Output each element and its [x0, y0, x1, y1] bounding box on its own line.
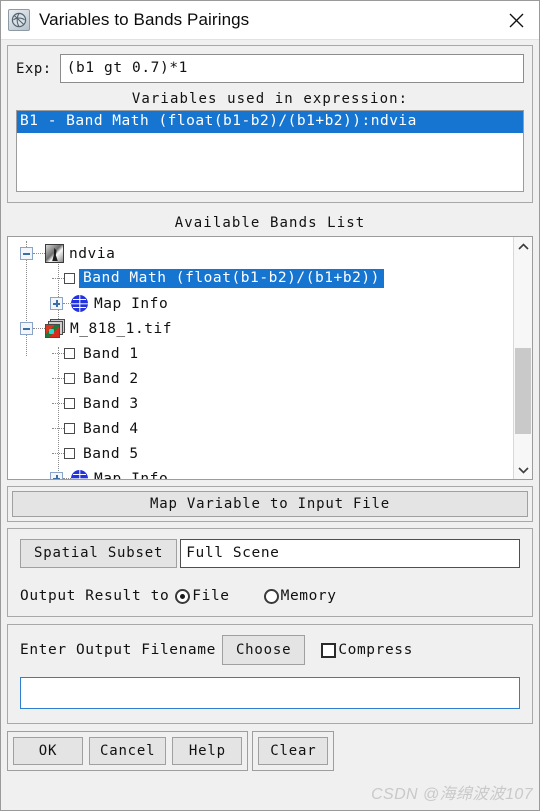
tree-connector [52, 353, 64, 354]
globe-icon [71, 470, 88, 479]
tree-connector [33, 328, 45, 329]
tree-item-band-5[interactable]: Band 5 [8, 441, 513, 466]
tree-item-map-info-file[interactable]: Map Info [8, 466, 513, 479]
radio-file-label: File [192, 588, 230, 604]
file-stack-icon [45, 319, 65, 338]
tree-connector [63, 303, 71, 304]
primary-button-group: OK Cancel Help [7, 731, 249, 771]
spatial-subset-row: Spatial Subset Full Scene [20, 539, 520, 568]
tree-item-label: M_818_1.tif [70, 320, 173, 337]
spatial-subset-value: Full Scene [180, 539, 520, 568]
expand-expander-icon[interactable] [50, 472, 63, 479]
tree-connector [52, 378, 64, 379]
tree-connector [63, 478, 71, 479]
tree-item-m-818-1-tif[interactable]: M_818_1.tif [8, 316, 513, 341]
variable-list-item[interactable]: B1 - Band Math (float(b1-b2)/(b1+b2)):nd… [17, 111, 523, 133]
checkbox-icon[interactable] [64, 373, 75, 384]
available-bands-caption: Available Bands List [174, 215, 366, 231]
spatial-subset-button[interactable]: Spatial Subset [20, 539, 178, 568]
enter-output-filename-label: Enter Output Filename [20, 642, 216, 658]
radio-memory[interactable] [263, 588, 279, 604]
title-bar: Variables to Bands Pairings [1, 1, 539, 40]
collapse-expander-icon[interactable] [20, 247, 33, 260]
checkbox-icon[interactable] [64, 448, 75, 459]
tree-connector [52, 428, 64, 429]
output-result-label: Output Result to [20, 588, 170, 604]
footer-button-bar: OK Cancel Help Clear [7, 731, 533, 771]
compress-label: Compress [338, 642, 413, 658]
envi-globe-icon [8, 9, 30, 31]
variables-to-bands-pairings-dialog: Variables to Bands Pairings Exp: (b1 gt … [0, 0, 540, 811]
scrollbar-thumb[interactable] [515, 348, 531, 434]
available-bands-tree-wrap: ndvia Band Math (float(b1-b2)/(b1+b2)) M… [7, 236, 533, 480]
expression-row: Exp: (b1 gt 0.7)*1 [16, 54, 524, 83]
ok-button[interactable]: OK [13, 737, 83, 765]
tree-item-label: ndvia [69, 245, 116, 262]
tree-item-band-3[interactable]: Band 3 [8, 391, 513, 416]
help-button[interactable]: Help [172, 737, 243, 765]
variables-used-list[interactable]: B1 - Band Math (float(b1-b2)/(b1+b2)):nd… [16, 110, 524, 192]
close-button[interactable] [493, 1, 539, 39]
expression-label: Exp: [16, 60, 52, 77]
tree-connector [52, 278, 64, 279]
tree-vertical-scrollbar[interactable] [513, 237, 532, 479]
raster-icon [45, 244, 64, 263]
tree-item-label: Map Info [94, 295, 169, 312]
checkbox-icon[interactable] [64, 348, 75, 359]
scroll-up-arrow-icon[interactable] [514, 237, 532, 256]
tree-item-label: Band 1 [83, 345, 139, 362]
checkbox-icon[interactable] [64, 273, 75, 284]
compress-checkbox[interactable] [321, 642, 337, 658]
variables-used-caption: Variables used in expression: [131, 91, 409, 107]
tree-connector [52, 403, 64, 404]
radio-memory-label: Memory [280, 588, 337, 604]
tree-item-ndvia[interactable]: ndvia [8, 241, 513, 266]
map-variable-to-input-file-button[interactable]: Map Variable to Input File [12, 491, 528, 517]
output-options-panel: Spatial Subset Full Scene Output Result … [7, 528, 533, 617]
filename-controls-row: Enter Output Filename Choose Compress [20, 635, 520, 665]
expand-expander-icon[interactable] [50, 297, 63, 310]
tree-item-label: Band 4 [83, 420, 139, 437]
expression-panel: Exp: (b1 gt 0.7)*1 Variables used in exp… [7, 45, 533, 203]
choose-button[interactable]: Choose [221, 635, 306, 665]
tree-item-band-1[interactable]: Band 1 [8, 341, 513, 366]
checkbox-icon[interactable] [64, 398, 75, 409]
tree-item-band-2[interactable]: Band 2 [8, 366, 513, 391]
checkbox-icon[interactable] [64, 423, 75, 434]
tree-item-map-info[interactable]: Map Info [8, 291, 513, 316]
collapse-expander-icon[interactable] [20, 322, 33, 335]
tree-item-label: Band 5 [83, 445, 139, 462]
tree-item-label: Map Info [94, 470, 169, 480]
tree-item-label: Band 2 [83, 370, 139, 387]
available-bands-tree[interactable]: ndvia Band Math (float(b1-b2)/(b1+b2)) M… [8, 237, 513, 479]
output-filename-panel: Enter Output Filename Choose Compress [7, 624, 533, 724]
expression-input[interactable]: (b1 gt 0.7)*1 [59, 54, 524, 83]
radio-file[interactable] [175, 588, 191, 604]
tree-connector [33, 253, 45, 254]
tree-item-label: Band 3 [83, 395, 139, 412]
globe-icon [71, 295, 88, 312]
tree-item-band-4[interactable]: Band 4 [8, 416, 513, 441]
clear-button[interactable]: Clear [258, 737, 329, 765]
output-filename-input[interactable] [20, 677, 520, 709]
dialog-body: Exp: (b1 gt 0.7)*1 Variables used in exp… [1, 40, 539, 810]
output-result-row: Output Result to File Memory [20, 588, 520, 604]
scroll-down-arrow-icon[interactable] [514, 460, 532, 479]
tree-item-band-math[interactable]: Band Math (float(b1-b2)/(b1+b2)) [8, 266, 513, 291]
cancel-button[interactable]: Cancel [89, 737, 167, 765]
tree-item-label: Band Math (float(b1-b2)/(b1+b2)) [79, 269, 384, 288]
map-variable-panel: Map Variable to Input File [7, 486, 533, 522]
secondary-button-group: Clear [252, 731, 335, 771]
scrollbar-track[interactable] [514, 256, 532, 460]
window-title: Variables to Bands Pairings [39, 10, 250, 29]
tree-connector [52, 453, 64, 454]
